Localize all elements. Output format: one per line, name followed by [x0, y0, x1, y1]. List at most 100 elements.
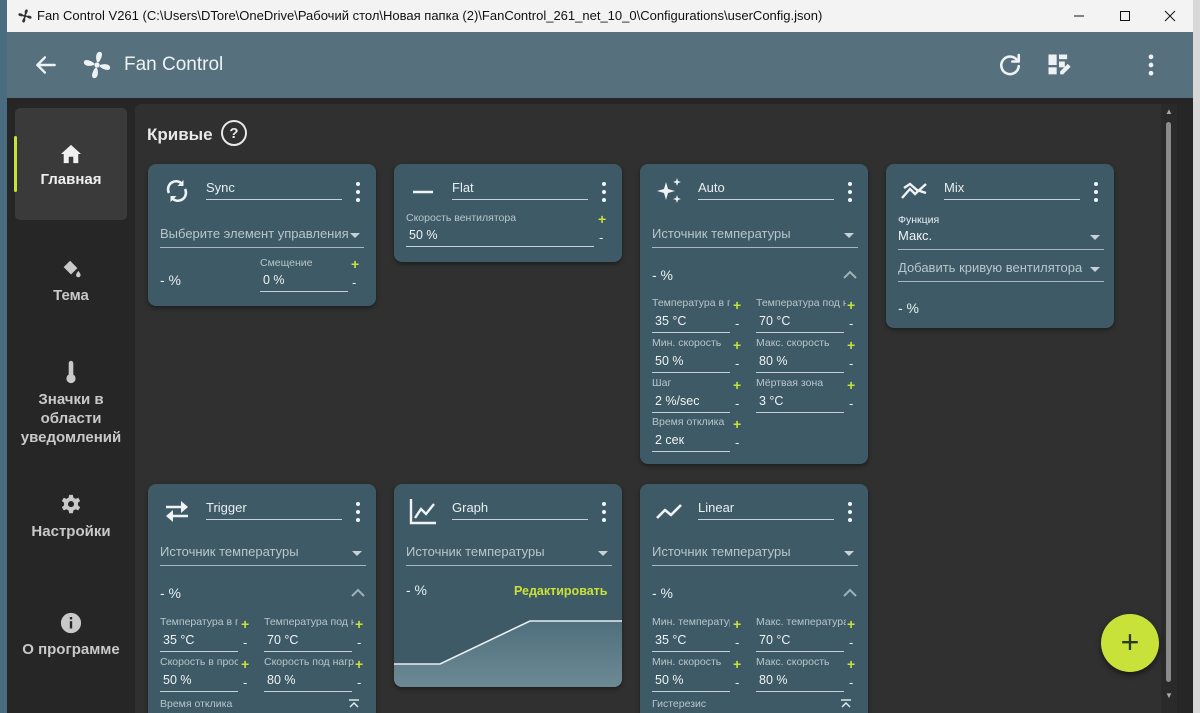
increment-button[interactable]: + — [241, 617, 249, 631]
increment-button[interactable]: + — [733, 617, 741, 631]
increment-button[interactable]: + — [847, 378, 855, 392]
help-button[interactable]: ? — [221, 120, 247, 146]
response-time-input[interactable]: 2 сек — [652, 433, 730, 452]
more-options-icon[interactable] — [1137, 51, 1165, 79]
idle-temp-input[interactable]: 35 °C — [652, 314, 730, 333]
decrement-button[interactable]: - — [735, 357, 739, 370]
curve-name-field[interactable]: Sync — [206, 180, 342, 200]
sidebar-item-about[interactable]: О программе — [15, 612, 127, 662]
decrement-button[interactable]: - — [735, 317, 739, 330]
load-temp-input[interactable]: 70 °C — [264, 633, 352, 652]
decrement-button[interactable]: - — [849, 317, 853, 330]
curve-name-field[interactable]: Flat — [452, 180, 588, 200]
increment-button[interactable]: + — [733, 657, 741, 671]
curve-name-field[interactable]: Trigger — [206, 500, 342, 520]
control-select[interactable]: Выберите элемент управления — [160, 226, 364, 248]
idle-temp-input[interactable]: 35 °C — [160, 633, 238, 652]
edit-graph-button[interactable]: Редактировать — [514, 584, 607, 598]
decrement-button[interactable]: - — [357, 676, 361, 689]
scrollbar-thumb[interactable] — [1166, 122, 1171, 682]
temperature-source-select[interactable]: Источник температуры — [652, 544, 858, 566]
increment-button[interactable]: + — [355, 657, 363, 671]
chevron-up-icon[interactable] — [843, 588, 857, 598]
refresh-icon[interactable] — [996, 51, 1024, 79]
offset-input[interactable]: 0 % — [260, 273, 348, 292]
increment-button[interactable]: + — [733, 338, 741, 352]
scroll-up-icon[interactable]: ▲ — [1164, 107, 1174, 117]
decrement-button[interactable]: - — [849, 357, 853, 370]
card-menu-icon[interactable] — [846, 501, 854, 523]
increment-button[interactable]: + — [351, 257, 359, 271]
increment-button[interactable]: + — [598, 212, 606, 226]
card-menu-icon[interactable] — [600, 181, 608, 203]
decrement-button[interactable]: - — [599, 231, 603, 244]
curve-name-field[interactable]: Linear — [698, 500, 834, 520]
max-speed-input[interactable]: 80 % — [756, 673, 844, 692]
curve-name-field[interactable]: Mix — [944, 180, 1080, 200]
sidebar-item-theme[interactable]: Тема — [15, 258, 127, 318]
card-menu-icon[interactable] — [846, 181, 854, 203]
decrement-button[interactable]: - — [735, 397, 739, 410]
maximize-button[interactable] — [1102, 0, 1148, 32]
max-speed-input[interactable]: 80 % — [756, 354, 844, 373]
function-select[interactable]: Макс. — [898, 228, 1104, 250]
card-menu-icon[interactable] — [600, 501, 608, 523]
increment-button[interactable]: + — [847, 338, 855, 352]
minimize-button[interactable] — [1056, 0, 1102, 32]
temperature-source-select[interactable]: Источник температуры — [160, 544, 366, 566]
close-button[interactable] — [1147, 0, 1193, 32]
min-speed-input[interactable]: 50 % — [652, 354, 730, 373]
decrement-button[interactable]: - — [735, 436, 739, 449]
card-menu-icon[interactable] — [354, 181, 362, 203]
increment-button[interactable]: + — [847, 298, 855, 312]
decrement-button[interactable]: - — [849, 636, 853, 649]
add-fan-curve-select[interactable]: Добавить кривую вентилятора — [898, 260, 1104, 282]
idle-speed-input[interactable]: 50 % — [160, 673, 238, 692]
chevron-up-icon[interactable] — [843, 270, 857, 280]
curve-card-linear: Linear Источник температуры - % Мин. тем… — [640, 484, 868, 713]
decrement-button[interactable]: - — [352, 276, 356, 289]
dashboard-edit-icon[interactable] — [1045, 51, 1073, 79]
scroll-down-icon[interactable]: ▼ — [1164, 691, 1174, 701]
decrement-button[interactable]: - — [849, 676, 853, 689]
increment-button[interactable]: + — [733, 298, 741, 312]
load-speed-input[interactable]: 80 % — [264, 673, 352, 692]
chevron-up-icon[interactable] — [351, 588, 365, 598]
curve-name-field[interactable]: Graph — [452, 500, 588, 520]
decrement-button[interactable]: - — [357, 636, 361, 649]
temperature-source-select[interactable]: Источник температуры — [406, 544, 612, 566]
vertical-scrollbar[interactable]: ▲ ▼ — [1161, 104, 1177, 713]
deadband-input[interactable]: 3 °C — [756, 394, 844, 413]
max-temp-input[interactable]: 70 °C — [756, 633, 844, 652]
card-menu-icon[interactable] — [1092, 181, 1100, 203]
decrement-button[interactable]: - — [735, 676, 739, 689]
card-menu-icon[interactable] — [354, 501, 362, 523]
curve-name-field[interactable]: Auto — [698, 180, 834, 200]
sidebar-item-tray-icons[interactable]: Значки в области уведомлений — [15, 360, 127, 448]
add-curve-button[interactable]: + — [1101, 614, 1159, 672]
load-temp-input[interactable]: 70 °C — [756, 314, 844, 333]
active-indicator — [14, 136, 17, 192]
info-icon — [60, 612, 82, 634]
collapse-icon[interactable] — [348, 699, 360, 709]
temperature-source-select[interactable]: Источник температуры — [652, 226, 858, 248]
increment-button[interactable]: + — [733, 378, 741, 392]
sidebar-item-settings[interactable]: Настройки — [15, 494, 127, 544]
increment-button[interactable]: + — [355, 617, 363, 631]
decrement-button[interactable]: - — [243, 636, 247, 649]
min-speed-input[interactable]: 50 % — [652, 673, 730, 692]
fan-speed-input[interactable]: 50 % — [406, 228, 594, 247]
back-arrow-icon[interactable] — [33, 52, 59, 78]
step-input[interactable]: 2 %/sec — [652, 394, 730, 413]
increment-button[interactable]: + — [847, 657, 855, 671]
increment-button[interactable]: + — [733, 417, 741, 431]
sidebar-item-home[interactable]: Главная — [14, 108, 127, 220]
min-temp-input[interactable]: 35 °C — [652, 633, 730, 652]
increment-button[interactable]: + — [241, 657, 249, 671]
decrement-button[interactable]: - — [243, 676, 247, 689]
collapse-icon[interactable] — [840, 699, 852, 709]
increment-button[interactable]: + — [847, 617, 855, 631]
decrement-button[interactable]: - — [735, 636, 739, 649]
curve-name: Flat — [452, 180, 474, 195]
decrement-button[interactable]: - — [849, 397, 853, 410]
